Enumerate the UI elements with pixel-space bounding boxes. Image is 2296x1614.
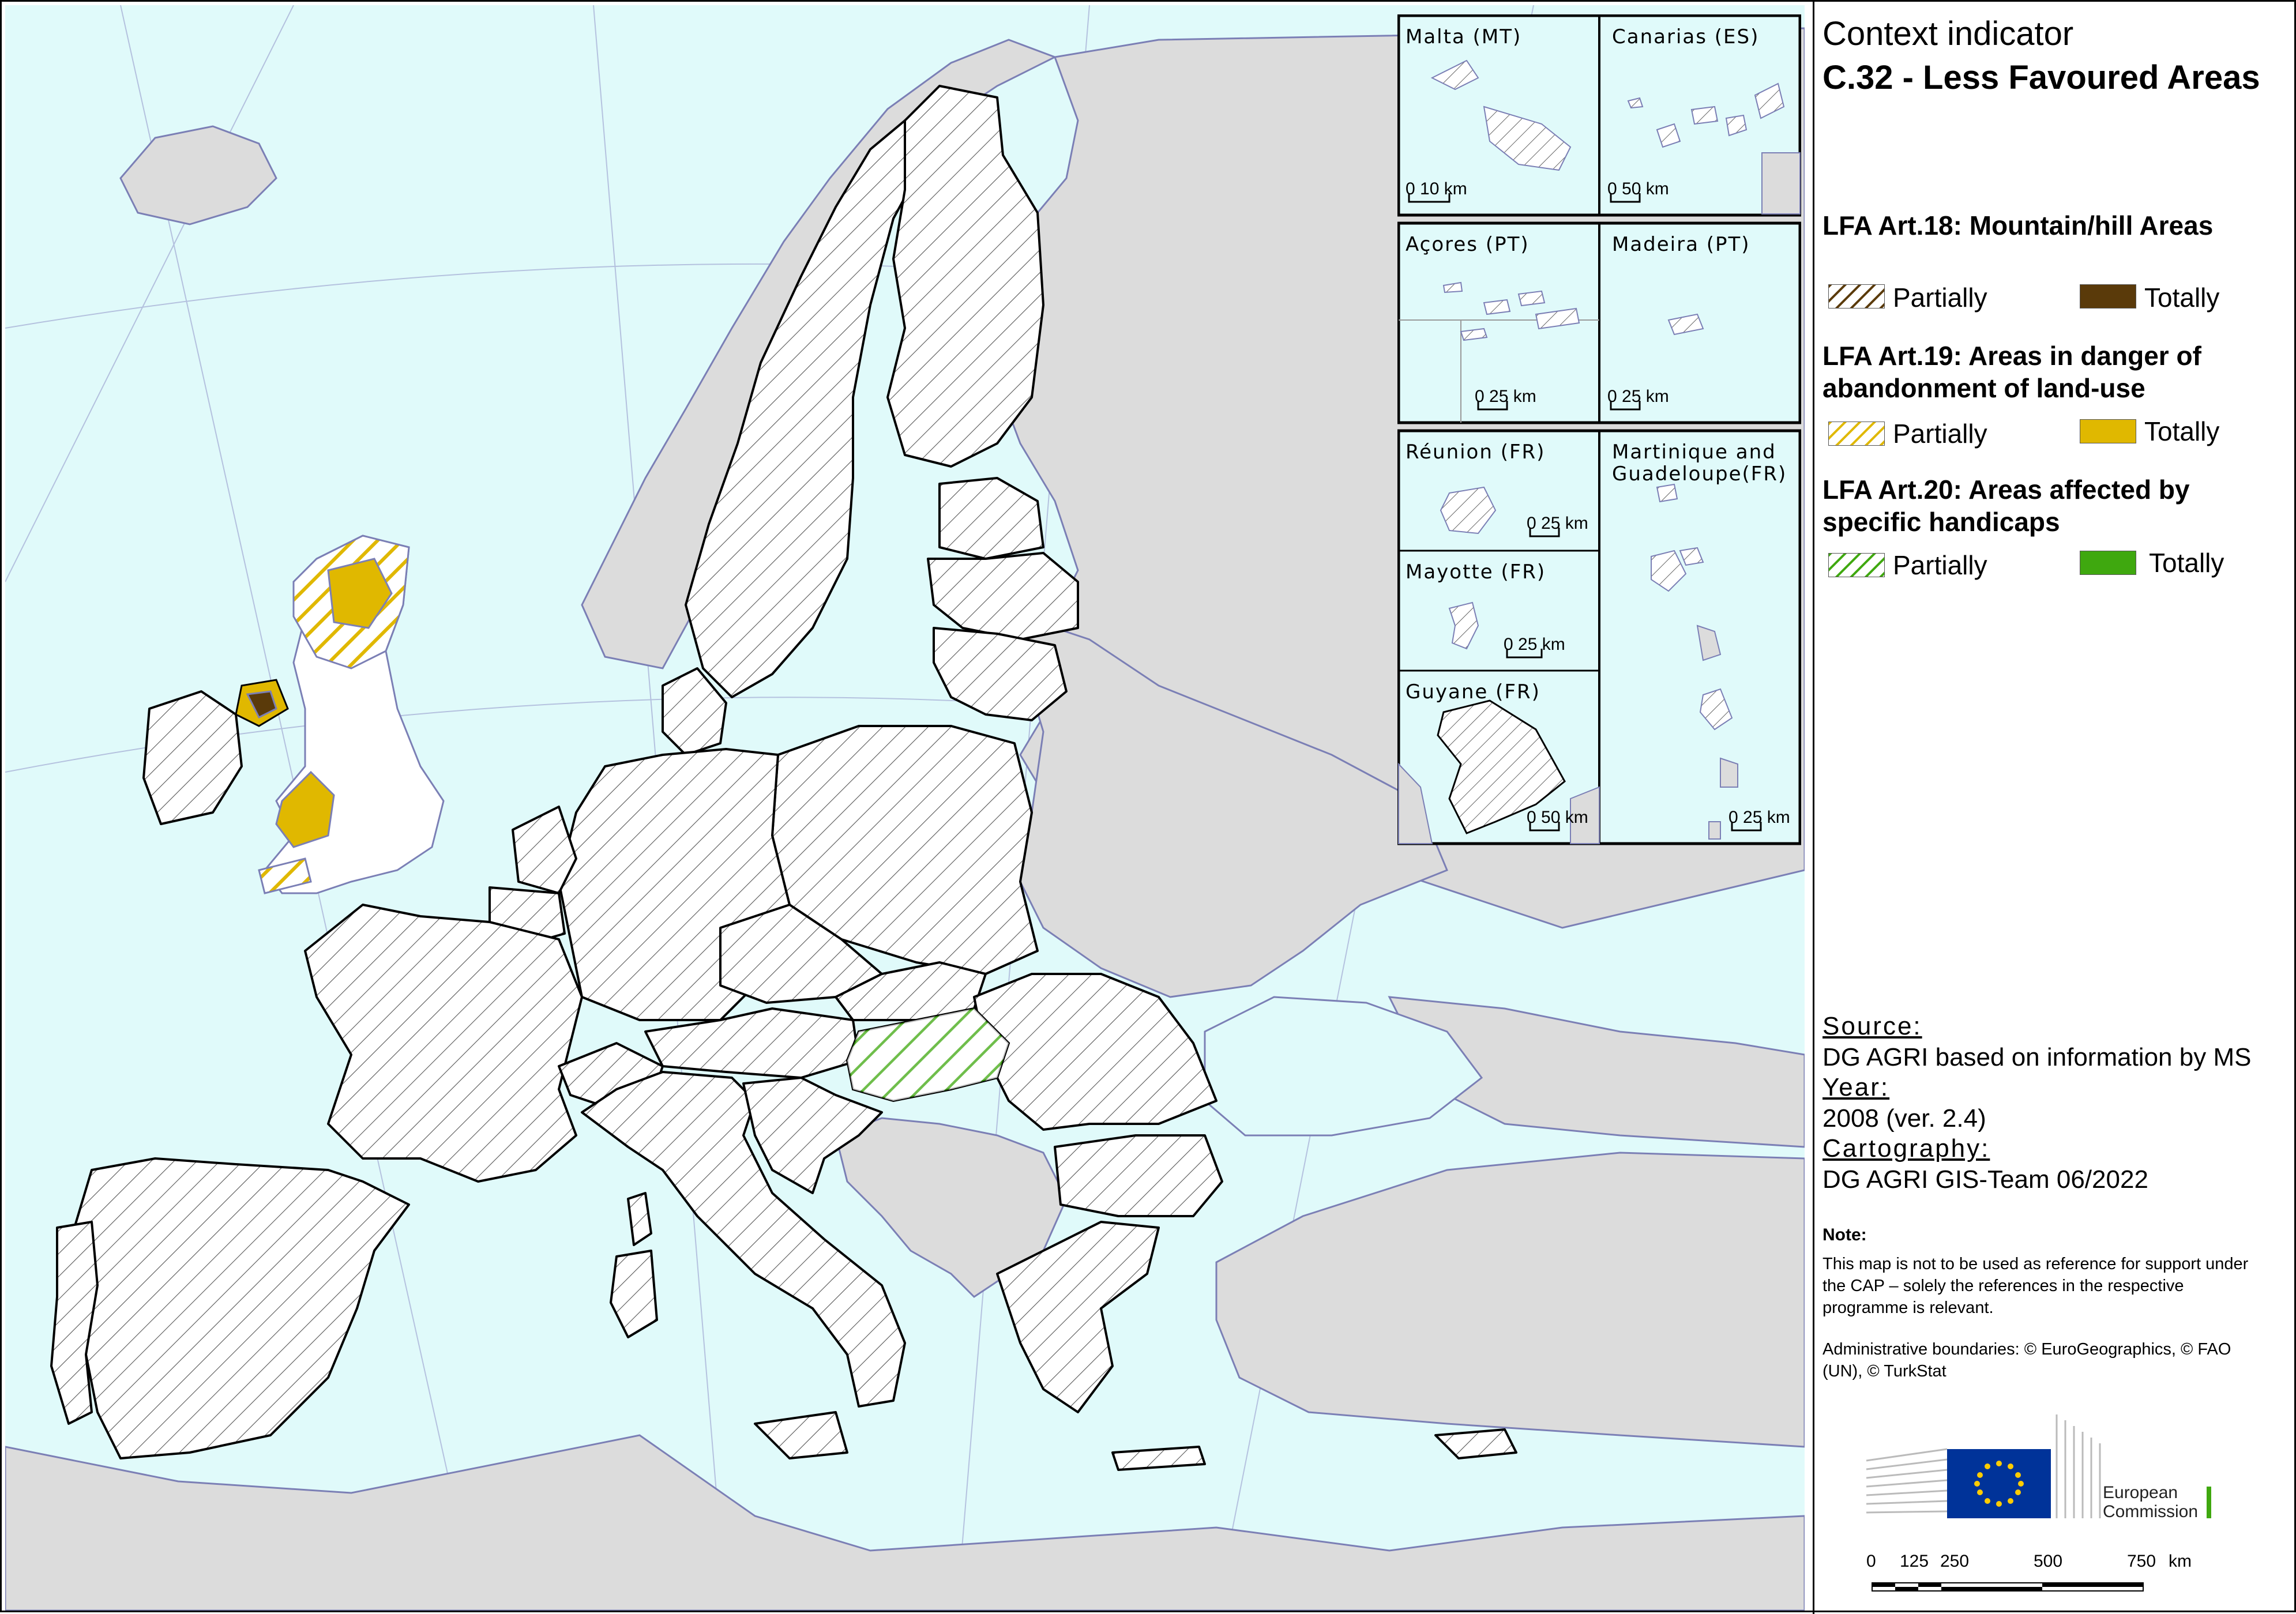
- bulgaria: [1054, 1134, 1223, 1217]
- cartography-label: Cartography:: [1822, 1134, 1990, 1162]
- main-scale-bar: 0 125 250 500 750 km: [1866, 1552, 2192, 1592]
- scale-125: 125: [1900, 1552, 1929, 1571]
- guyane-scale: 0 50 km: [1527, 808, 1588, 827]
- ec-building-right-icon: [2055, 1414, 2101, 1518]
- art20-partially-label: Partially: [1893, 550, 1987, 580]
- source-label: Source:: [1822, 1012, 1922, 1040]
- title-line2: C.32 - Less Favoured Areas: [1822, 59, 2260, 96]
- art20-partially-swatch: [1828, 553, 1885, 577]
- year-label: Year:: [1822, 1073, 1890, 1101]
- art18-totally-label: Totally: [2144, 283, 2220, 313]
- cartography-text: DG AGRI GIS-Team 06/2022: [1822, 1165, 2148, 1194]
- scale-0: 0: [1866, 1552, 1876, 1571]
- madeira-label: Madeira (PT): [1612, 233, 1750, 256]
- acores-scale: 0 25 km: [1475, 387, 1536, 406]
- martinique-scale: 0 25 km: [1728, 808, 1790, 827]
- guyane-label: Guyane (FR): [1406, 680, 1540, 703]
- acores-label: Açores (PT): [1406, 233, 1530, 256]
- canarias-scale: 0 50 km: [1607, 179, 1669, 198]
- admin-boundaries-text: Administrative boundaries: © EuroGeograp…: [1822, 1340, 2231, 1380]
- scale-unit: km: [2169, 1552, 2192, 1571]
- art19-partially-swatch: [1828, 422, 1885, 446]
- art20-heading: LFA Art.20: Areas affected by specific h…: [1822, 475, 2190, 537]
- scale-250: 250: [1940, 1552, 1969, 1571]
- art20-totally-swatch: [2080, 551, 2136, 575]
- title-line1: Context indicator: [1822, 15, 2074, 52]
- ec-building-left-icon: [1866, 1448, 1948, 1514]
- art19-totally-swatch: [2080, 419, 2136, 443]
- reunion-label: Réunion (FR): [1406, 441, 1545, 464]
- reunion-scale: 0 25 km: [1527, 514, 1588, 533]
- malta-label: Malta (MT): [1406, 25, 1521, 48]
- note-text: This map is not to be used as reference …: [1822, 1255, 2249, 1317]
- art18-heading: LFA Art.18: Mountain/hill Areas: [1822, 210, 2214, 240]
- scale-750: 750: [2127, 1552, 2156, 1571]
- ec-logo-line1: European: [2103, 1483, 2178, 1502]
- art19-partially-label: Partially: [1893, 419, 1987, 449]
- european-commission-logo: European Commission: [1866, 1414, 2211, 1521]
- martinique-label-2: Guadeloupe(FR): [1612, 462, 1787, 486]
- martinique-label-1: Martinique and: [1612, 441, 1776, 464]
- art18-partially-label: Partially: [1893, 283, 1987, 313]
- note-label: Note:: [1822, 1225, 1867, 1244]
- art19-totally-label: Totally: [2144, 416, 2220, 446]
- art20-totally-label: Totally: [2149, 548, 2224, 578]
- canarias-label: Canarias (ES): [1612, 25, 1759, 48]
- mayotte-scale: 0 25 km: [1504, 635, 1565, 654]
- legend-panel: Context indicator C.32 - Less Favoured A…: [1813, 2, 2296, 1614]
- mayotte-label: Mayotte (FR): [1406, 560, 1546, 584]
- malta-scale: 0 10 km: [1406, 179, 1467, 198]
- map-frame: Malta (MT) 0 10 km Canarias (ES) 0 50 km…: [0, 0, 2296, 1614]
- eu-flag-icon: [1947, 1449, 2051, 1518]
- art19-heading: LFA Art.19: Areas in danger of abandonme…: [1822, 341, 2201, 403]
- art18-totally-swatch: [2080, 284, 2136, 308]
- madeira-scale: 0 25 km: [1607, 387, 1669, 406]
- ec-logo-line2: Commission: [2103, 1502, 2198, 1521]
- year-text: 2008 (ver. 2.4): [1822, 1104, 1986, 1133]
- france: [304, 904, 583, 1183]
- art18-partially-swatch: [1828, 284, 1885, 308]
- source-text: DG AGRI based on information by MS: [1822, 1043, 2252, 1071]
- scale-500: 500: [2034, 1552, 2062, 1571]
- inset-maps: Malta (MT) 0 10 km Canarias (ES) 0 50 km…: [1397, 14, 1801, 845]
